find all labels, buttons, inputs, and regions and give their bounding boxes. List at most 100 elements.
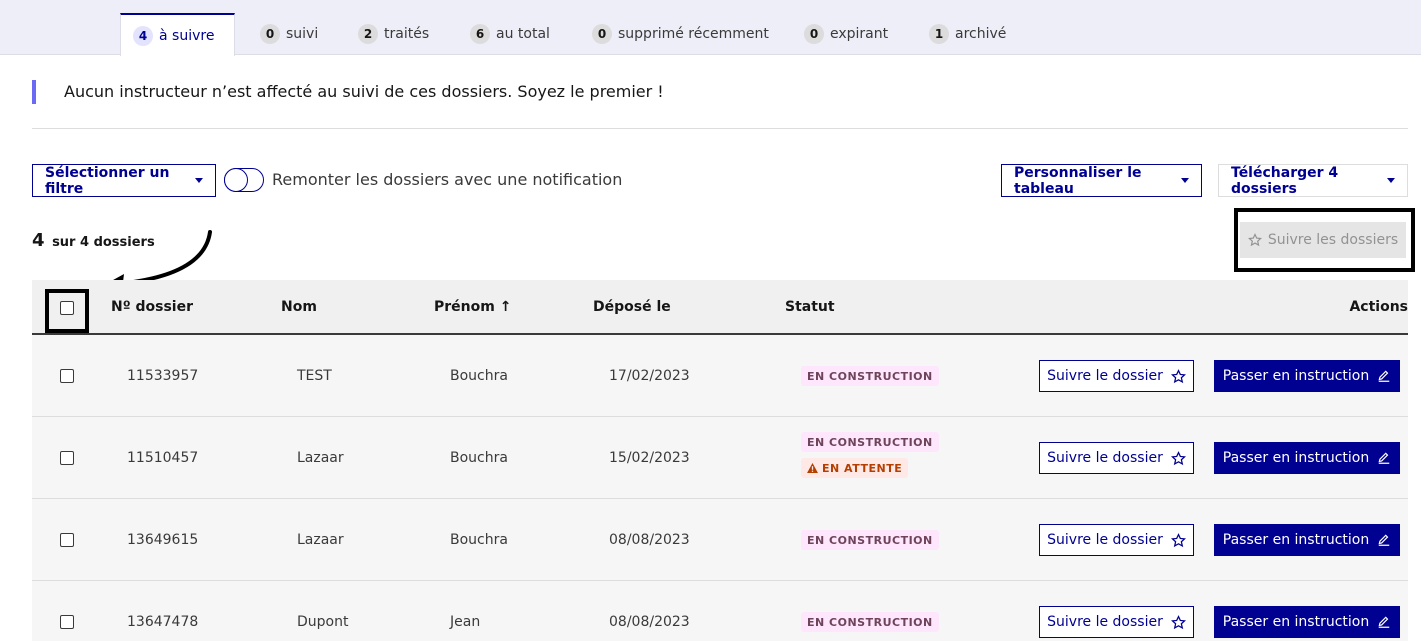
instruct-label: Passer en instruction bbox=[1222, 532, 1370, 548]
cell-firstname[interactable]: Bouchra bbox=[450, 532, 508, 548]
cell-date[interactable]: 08/08/2023 bbox=[609, 614, 690, 630]
tab-label: archivé bbox=[955, 26, 1007, 42]
row-checkbox[interactable] bbox=[60, 533, 74, 547]
pencil-icon bbox=[1377, 369, 1391, 383]
tab-traites[interactable]: 2 traités bbox=[346, 13, 441, 55]
tab-label: traités bbox=[384, 26, 430, 42]
follow-all-button[interactable]: Suivre les dossiers bbox=[1240, 222, 1406, 258]
header-status[interactable]: Statut bbox=[785, 299, 835, 315]
header-number: Nº dossier bbox=[111, 299, 193, 315]
pencil-icon bbox=[1377, 533, 1391, 547]
star-icon bbox=[1170, 614, 1186, 630]
tab-a-suivre[interactable]: 4 à suivre bbox=[120, 13, 235, 56]
tab-label: au total bbox=[496, 26, 550, 42]
caret-down-icon bbox=[1387, 178, 1395, 183]
notice-callout: Aucun instructeur n’est affecté au suivi… bbox=[32, 80, 664, 104]
tab-archive[interactable]: 1 archivé bbox=[917, 13, 1018, 55]
table-row: 13649615 Lazaar Bouchra 08/08/2023 EN CO… bbox=[32, 499, 1408, 581]
cell-date[interactable]: 17/02/2023 bbox=[609, 368, 690, 384]
tab-count: 0 bbox=[592, 24, 612, 44]
tab-count: 6 bbox=[470, 24, 490, 44]
table-row: 11510457 Lazaar Bouchra 15/02/2023 EN CO… bbox=[32, 417, 1408, 499]
caret-down-icon bbox=[1181, 178, 1189, 183]
cell-number[interactable]: 13647478 bbox=[127, 614, 198, 630]
follow-dossier-button[interactable]: Suivre le dossier bbox=[1039, 360, 1194, 392]
cell-firstname[interactable]: Bouchra bbox=[450, 368, 508, 384]
header-date[interactable]: Déposé le bbox=[593, 299, 671, 315]
table-row: 13647478 Dupont Jean 08/08/2023 EN CONST… bbox=[32, 581, 1408, 641]
follow-label: Suivre le dossier bbox=[1047, 614, 1163, 630]
header-name[interactable]: Nom bbox=[281, 299, 317, 315]
table-header: Nº dossier Nom Prénom ↑ Déposé le Statut… bbox=[32, 280, 1408, 335]
star-icon bbox=[1247, 233, 1262, 247]
instruct-button[interactable]: Passer en instruction bbox=[1214, 606, 1400, 638]
cell-name[interactable]: Lazaar bbox=[297, 450, 344, 466]
toggle-label: Remonter les dossiers avec une notificat… bbox=[272, 170, 623, 189]
cell-date[interactable]: 08/08/2023 bbox=[609, 532, 690, 548]
filter-label: Sélectionner un filtre bbox=[45, 164, 170, 197]
tab-label: expirant bbox=[830, 26, 889, 42]
cell-number[interactable]: 13649615 bbox=[127, 532, 198, 548]
row-checkbox[interactable] bbox=[60, 451, 74, 465]
instruct-button[interactable]: Passer en instruction bbox=[1214, 442, 1400, 474]
cell-name[interactable]: TEST bbox=[297, 368, 332, 384]
header-firstname[interactable]: Prénom ↑ bbox=[434, 299, 511, 315]
table-row: 11533957 TEST Bouchra 17/02/2023 EN CONS… bbox=[32, 335, 1408, 417]
status-badge: EN CONSTRUCTION bbox=[801, 612, 939, 632]
cell-number[interactable]: 11510457 bbox=[127, 450, 198, 466]
star-icon bbox=[1170, 368, 1186, 384]
tab-count: 1 bbox=[929, 24, 949, 44]
status-badge: EN CONSTRUCTION bbox=[801, 432, 939, 452]
toggle-knob bbox=[224, 168, 248, 192]
pencil-icon bbox=[1377, 615, 1391, 629]
tab-count: 0 bbox=[804, 24, 824, 44]
tabs-bar: 4 à suivre 0 suivi 2 traités 6 au total … bbox=[0, 0, 1421, 56]
follow-dossier-button[interactable]: Suivre le dossier bbox=[1039, 524, 1194, 556]
instruct-button[interactable]: Passer en instruction bbox=[1214, 524, 1400, 556]
status-waiting-label: EN ATTENTE bbox=[822, 461, 903, 475]
instruct-label: Passer en instruction bbox=[1222, 614, 1370, 630]
cell-name[interactable]: Lazaar bbox=[297, 532, 344, 548]
cell-firstname[interactable]: Bouchra bbox=[450, 450, 508, 466]
customize-table-button[interactable]: Personnaliser le tableau bbox=[1001, 164, 1202, 197]
filter-dropdown-button[interactable]: Sélectionner un filtre bbox=[32, 164, 216, 197]
tab-count: 0 bbox=[260, 24, 280, 44]
tab-expirant[interactable]: 0 expirant bbox=[792, 13, 900, 55]
tab-count: 4 bbox=[133, 25, 153, 46]
follow-dossier-button[interactable]: Suivre le dossier bbox=[1039, 606, 1194, 638]
notification-toggle[interactable] bbox=[224, 168, 264, 192]
tab-au-total[interactable]: 6 au total bbox=[458, 13, 562, 55]
row-checkbox[interactable] bbox=[60, 369, 74, 383]
follow-dossier-button[interactable]: Suivre le dossier bbox=[1039, 442, 1194, 474]
follow-label: Suivre le dossier bbox=[1047, 450, 1163, 466]
row-checkbox[interactable] bbox=[60, 615, 74, 629]
divider bbox=[32, 128, 1408, 129]
cell-firstname[interactable]: Jean bbox=[450, 614, 480, 630]
tab-label: suivi bbox=[286, 26, 319, 42]
instruct-label: Passer en instruction bbox=[1222, 368, 1370, 384]
cell-number[interactable]: 11533957 bbox=[127, 368, 198, 384]
dossiers-table: Nº dossier Nom Prénom ↑ Déposé le Statut… bbox=[32, 280, 1408, 641]
cell-name[interactable]: Dupont bbox=[297, 614, 348, 630]
star-icon bbox=[1170, 532, 1186, 548]
warning-icon bbox=[807, 463, 818, 473]
pencil-icon bbox=[1377, 451, 1391, 465]
cell-date[interactable]: 15/02/2023 bbox=[609, 450, 690, 466]
status-badge: EN CONSTRUCTION bbox=[801, 530, 939, 550]
instruct-label: Passer en instruction bbox=[1222, 450, 1370, 466]
follow-label: Suivre le dossier bbox=[1047, 532, 1163, 548]
download-dossiers-button[interactable]: Télécharger 4 dossiers bbox=[1218, 164, 1408, 197]
tab-supprime-recemment[interactable]: 0 supprimé récemment bbox=[580, 13, 781, 55]
instruct-button[interactable]: Passer en instruction bbox=[1214, 360, 1400, 392]
star-icon bbox=[1170, 450, 1186, 466]
tab-label: supprimé récemment bbox=[618, 26, 769, 42]
tab-count: 2 bbox=[358, 24, 378, 44]
caret-down-icon bbox=[195, 178, 203, 183]
tab-suivi[interactable]: 0 suivi bbox=[248, 13, 330, 55]
download-label: Télécharger 4 dossiers bbox=[1231, 164, 1339, 197]
follow-label: Suivre le dossier bbox=[1047, 368, 1163, 384]
header-actions: Actions bbox=[1349, 299, 1408, 315]
select-all-checkbox[interactable] bbox=[60, 301, 74, 315]
tab-label: à suivre bbox=[159, 27, 215, 44]
status-badge: EN CONSTRUCTION bbox=[801, 366, 939, 386]
